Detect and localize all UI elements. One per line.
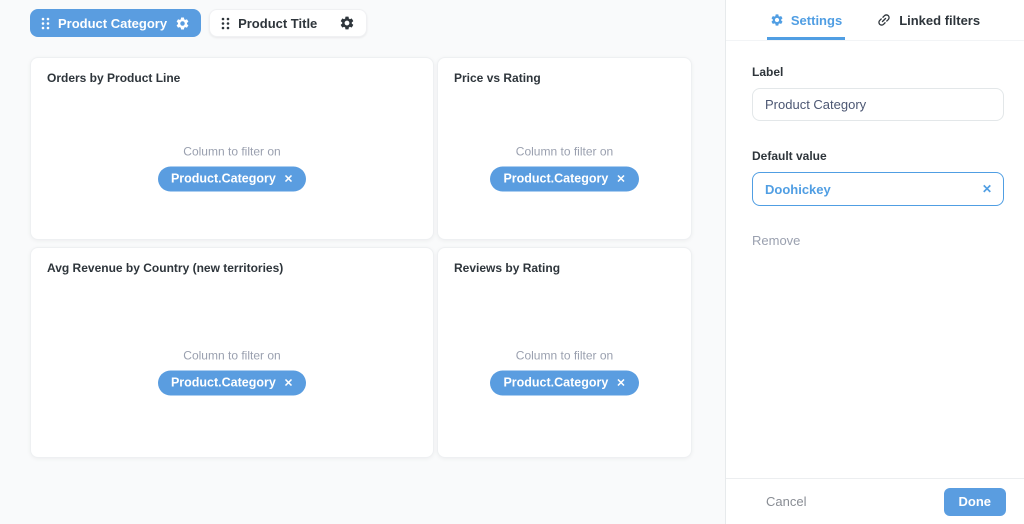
remove-column-icon[interactable]: ✕: [616, 172, 625, 185]
dashboard-card: Reviews by Rating Column to filter on Pr…: [437, 247, 692, 458]
card-filter-target: Column to filter on Product.Category ✕: [438, 144, 691, 191]
column-filter-hint: Column to filter on: [516, 348, 613, 362]
drag-handle-icon[interactable]: [41, 17, 50, 30]
tab-linked-filters-label: Linked filters: [899, 13, 980, 28]
default-value-label: Default value: [752, 149, 1004, 163]
default-value-input[interactable]: [752, 172, 1004, 206]
label-input[interactable]: [752, 88, 1004, 121]
filter-settings-sidebar: Settings Linked filters Label Default va…: [725, 0, 1024, 524]
column-filter-pill[interactable]: Product.Category ✕: [158, 370, 306, 395]
column-filter-pill-label: Product.Category: [171, 376, 276, 390]
link-icon: [876, 12, 892, 28]
remove-column-icon[interactable]: ✕: [616, 376, 625, 389]
remove-column-icon[interactable]: ✕: [284, 172, 293, 185]
gear-icon[interactable]: [175, 16, 190, 31]
remove-filter-link[interactable]: Remove: [752, 233, 800, 248]
card-filter-target: Column to filter on Product.Category ✕: [438, 348, 691, 395]
dashboard-card: Price vs Rating Column to filter on Prod…: [437, 57, 692, 240]
clear-default-icon[interactable]: ✕: [982, 183, 992, 195]
filter-chip-label: Product Category: [58, 16, 167, 31]
column-filter-pill-label: Product.Category: [503, 376, 608, 390]
default-value-field: ✕: [752, 172, 1004, 206]
column-filter-hint: Column to filter on: [516, 144, 613, 158]
filter-chip-product-title[interactable]: Product Title: [209, 9, 367, 37]
filter-chip-label: Product Title: [238, 16, 317, 31]
card-filter-target: Column to filter on Product.Category ✕: [31, 348, 433, 395]
dashboard-card: Orders by Product Line Column to filter …: [30, 57, 434, 240]
gear-icon[interactable]: [339, 15, 355, 31]
column-filter-pill[interactable]: Product.Category ✕: [490, 166, 638, 191]
column-filter-hint: Column to filter on: [183, 144, 280, 158]
settings-panel: Label Default value ✕ Remove: [726, 41, 1024, 250]
tab-linked-filters[interactable]: Linked filters: [873, 0, 983, 40]
card-title: Reviews by Rating: [454, 261, 560, 275]
done-button[interactable]: Done: [944, 488, 1007, 516]
cancel-button[interactable]: Cancel: [766, 494, 806, 509]
column-filter-pill[interactable]: Product.Category ✕: [158, 166, 306, 191]
filter-chip-row: Product Category Product Title: [30, 9, 367, 37]
tab-settings[interactable]: Settings: [767, 0, 845, 40]
label-field-label: Label: [752, 65, 1004, 79]
column-filter-pill-label: Product.Category: [503, 172, 608, 186]
tab-settings-label: Settings: [791, 13, 842, 28]
dashboard-card: Avg Revenue by Country (new territories)…: [30, 247, 434, 458]
column-filter-pill-label: Product.Category: [171, 172, 276, 186]
column-filter-pill[interactable]: Product.Category ✕: [490, 370, 638, 395]
gear-icon: [770, 13, 784, 27]
filter-chip-product-category[interactable]: Product Category: [30, 9, 201, 37]
card-filter-target: Column to filter on Product.Category ✕: [31, 144, 433, 191]
sidebar-footer: Cancel Done: [726, 478, 1024, 524]
card-title: Price vs Rating: [454, 71, 541, 85]
card-title: Avg Revenue by Country (new territories): [47, 261, 283, 275]
sidebar-tabs: Settings Linked filters: [726, 0, 1024, 41]
card-title: Orders by Product Line: [47, 71, 180, 85]
drag-handle-icon[interactable]: [221, 17, 230, 30]
dashboard-filter-editor: Product Category Product Title Orders by…: [0, 0, 1024, 524]
column-filter-hint: Column to filter on: [183, 348, 280, 362]
remove-column-icon[interactable]: ✕: [284, 376, 293, 389]
